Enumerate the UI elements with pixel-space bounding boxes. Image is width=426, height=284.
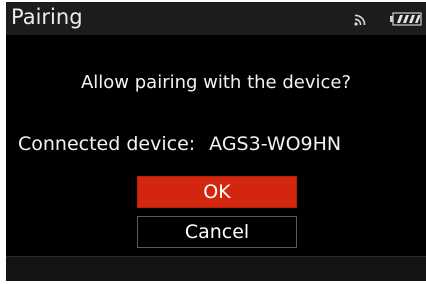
wifi-signal-icon	[354, 14, 366, 26]
ok-button[interactable]: OK	[137, 176, 297, 208]
cancel-button[interactable]: Cancel	[137, 216, 297, 248]
page-title: Pairing	[11, 5, 83, 29]
connected-device-row: Connected device: AGS3-WO9HN	[18, 133, 341, 155]
connected-device-label: Connected device:	[18, 133, 196, 155]
bottom-bar	[6, 256, 426, 281]
pairing-prompt: Allow pairing with the device?	[80, 72, 352, 93]
battery-full-icon	[390, 12, 422, 26]
connected-device-name: AGS3-WO9HN	[209, 133, 342, 155]
title-bar: Pairing	[6, 2, 426, 35]
camera-screen: Pairing Allow pairing with the device? C…	[6, 2, 426, 281]
